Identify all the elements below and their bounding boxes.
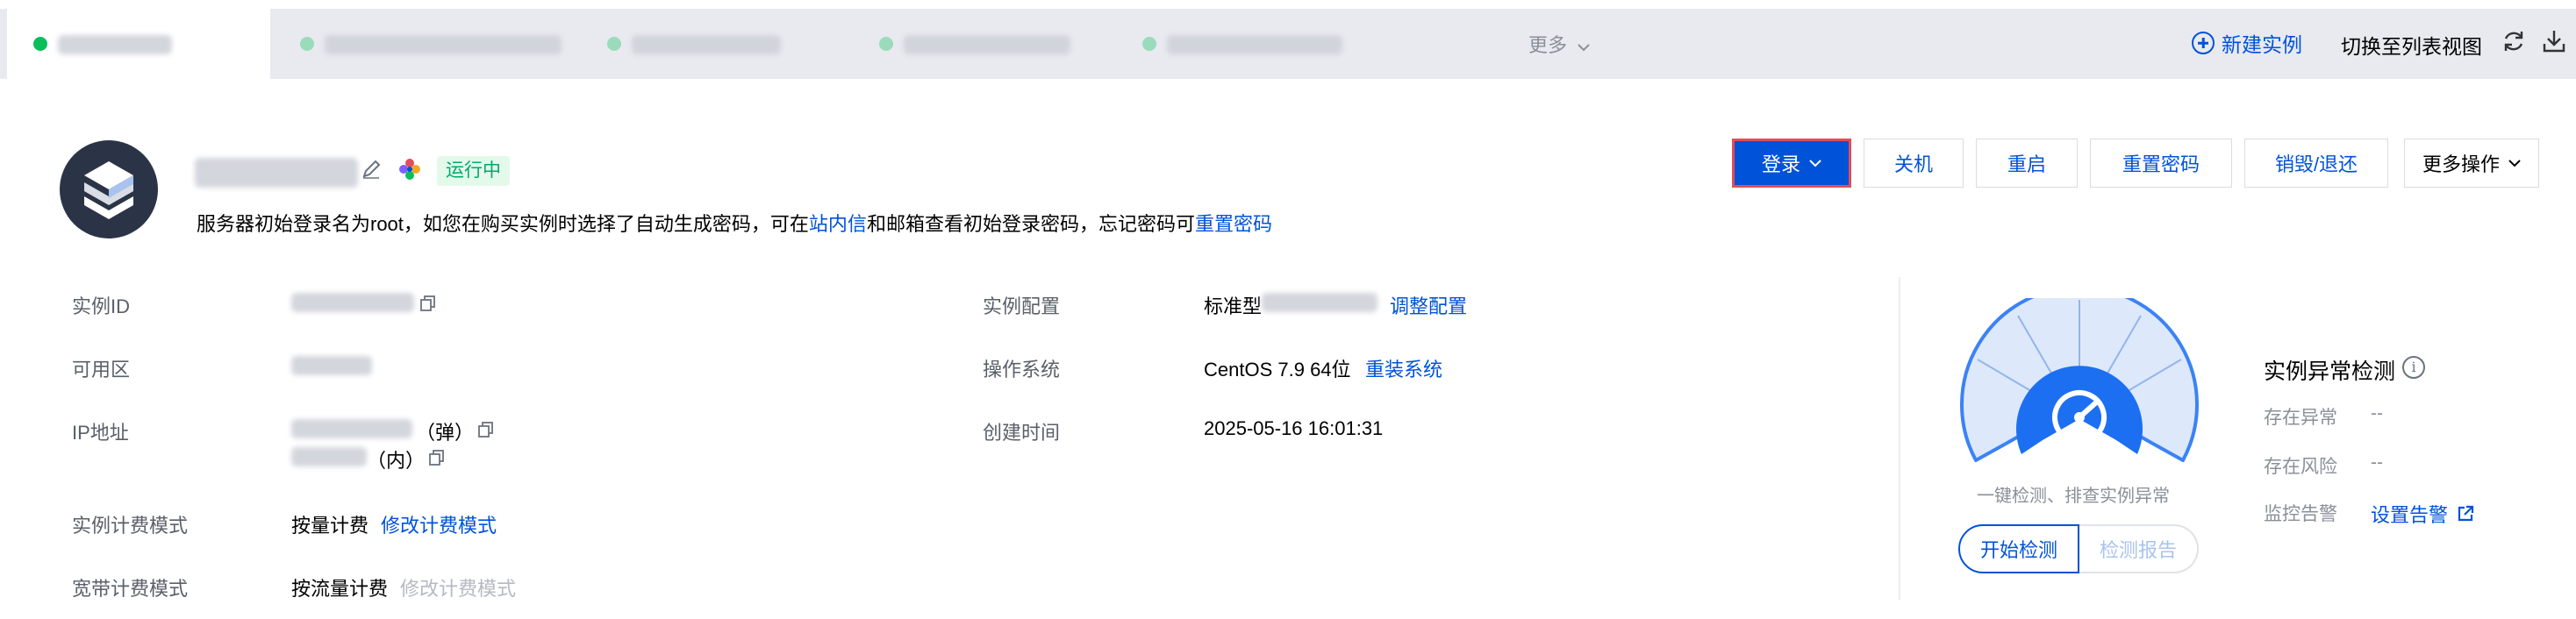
detection-title: 实例异常检测: [2264, 359, 2396, 384]
tab-instance-5[interactable]: [1132, 9, 1395, 79]
set-alarm-label: 设置告警: [2371, 504, 2449, 526]
detection-report-button[interactable]: 检测报告: [2079, 524, 2199, 573]
instance-avatar: [60, 140, 158, 238]
more-actions-label: 更多操作: [2422, 153, 2500, 175]
billing-mode-value: 按量计费: [291, 515, 369, 537]
login-tip: 服务器初始登录名为root，如您在购买实例时选择了自动生成密码，可在站内信和邮箱…: [197, 209, 1272, 237]
tip-middle: 和邮箱查看初始登录密码，忘记密码可: [866, 213, 1195, 235]
modify-billing-link[interactable]: 修改计费模式: [381, 510, 497, 538]
shutdown-button[interactable]: 关机: [1864, 139, 1964, 188]
public-ip-suffix: （弹）: [416, 422, 475, 444]
detection-button-group: 开始检测 检测报告: [1958, 524, 2199, 573]
exist-risk-label: 存在风险: [2264, 457, 2337, 477]
os-label: 操作系统: [983, 359, 1061, 381]
tab-instance-2[interactable]: [290, 9, 579, 79]
tab-instance-name-redacted: [58, 35, 172, 54]
instance-tab-bar: 更多 新建实例 切换至列表视图: [0, 9, 2576, 79]
chevron-down-icon: [2508, 160, 2521, 167]
running-status-dot: [879, 37, 893, 51]
zone-label: 可用区: [72, 359, 131, 381]
private-ip-suffix: （内）: [367, 450, 426, 472]
external-link-icon: [2458, 505, 2474, 522]
edit-pencil-icon[interactable]: [360, 158, 383, 181]
bandwidth-billing-label: 宽带计费模式: [72, 578, 189, 600]
created-time-value: 2025-05-16 16:01:31: [1204, 417, 1384, 439]
adjust-config-link[interactable]: 调整配置: [1390, 291, 1467, 319]
exist-error-label: 存在异常: [2264, 408, 2337, 428]
running-status-dot: [607, 37, 621, 51]
reinstall-os-link[interactable]: 重装系统: [1365, 354, 1442, 382]
switch-to-list-view-button[interactable]: 切换至列表视图: [2341, 30, 2482, 60]
created-time-label: 创建时间: [983, 422, 1061, 444]
plus-circle-icon: [2192, 32, 2215, 54]
monitor-alarm-label: 监控告警: [2264, 504, 2337, 524]
start-detection-button[interactable]: 开始检测: [1958, 524, 2079, 573]
instance-id-value-redacted: [291, 293, 414, 312]
reset-password-button[interactable]: 重置密码: [2090, 139, 2232, 188]
bandwidth-billing-value: 按流量计费: [291, 578, 389, 600]
refresh-icon[interactable]: [2501, 28, 2527, 54]
gauge-caption: 一键检测、排查实例异常: [1977, 487, 2170, 506]
tab-instance-name-redacted: [904, 35, 1070, 54]
tab-instance-name-redacted: [325, 35, 562, 54]
login-button[interactable]: 登录: [1732, 139, 1851, 188]
tab-more-label: 更多: [1528, 34, 1568, 56]
site-message-link[interactable]: 站内信: [809, 213, 867, 235]
section-divider: [1899, 277, 1900, 600]
os-value: CentOS 7.9 64位: [1204, 359, 1351, 381]
running-status-dot: [1142, 37, 1156, 51]
restart-button[interactable]: 重启: [1976, 139, 2078, 188]
tab-instance-3[interactable]: [597, 9, 869, 79]
private-ip-redacted: [291, 447, 367, 466]
zone-value-redacted: [291, 356, 372, 375]
tab-more-dropdown[interactable]: 更多: [1528, 30, 1590, 58]
status-badge: 运行中: [437, 156, 510, 186]
tip-prefix: 服务器初始登录名为root，如您在购买实例时选择了自动生成密码，可在: [197, 213, 809, 235]
instance-config-value: 标准型: [1204, 295, 1263, 317]
more-actions-button[interactable]: 更多操作: [2404, 139, 2539, 188]
ip-address-label: IP地址: [72, 422, 129, 444]
instance-id-label: 实例ID: [72, 295, 131, 317]
server-stack-icon: [84, 161, 133, 219]
copy-icon[interactable]: [419, 295, 437, 312]
instance-name-redacted: [195, 158, 358, 188]
app-flower-icon: [399, 159, 420, 180]
instance-config-label: 实例配置: [983, 295, 1061, 317]
public-ip-redacted: [291, 419, 412, 438]
reset-password-link[interactable]: 重置密码: [1195, 213, 1272, 235]
tab-instance-name-redacted: [1167, 35, 1342, 54]
new-instance-label: 新建实例: [2222, 33, 2302, 56]
download-icon[interactable]: [2541, 28, 2567, 54]
exist-risk-value: --: [2371, 452, 2383, 473]
info-icon[interactable]: i: [2402, 356, 2425, 379]
billing-mode-label: 实例计费模式: [72, 515, 189, 537]
copy-icon[interactable]: [477, 421, 495, 438]
detection-gauge: [1960, 298, 2199, 462]
running-status-dot: [300, 37, 314, 51]
new-instance-button[interactable]: 新建实例: [2192, 28, 2302, 58]
tab-current-instance[interactable]: [7, 9, 270, 79]
tab-instance-name-redacted: [632, 35, 781, 54]
tab-instance-4[interactable]: [869, 9, 1132, 79]
chevron-down-icon: [1809, 160, 1821, 167]
running-status-dot: [33, 37, 47, 51]
modify-bandwidth-billing-link[interactable]: 修改计费模式: [400, 573, 516, 601]
copy-icon[interactable]: [428, 449, 446, 466]
destroy-return-button[interactable]: 销毁/退还: [2244, 139, 2388, 188]
instance-config-spec-redacted: [1262, 293, 1377, 312]
set-alarm-link[interactable]: 设置告警: [2371, 500, 2474, 528]
exist-error-value: --: [2371, 403, 2383, 423]
chevron-down-icon: [1578, 44, 1590, 52]
login-label: 登录: [1761, 153, 1800, 175]
